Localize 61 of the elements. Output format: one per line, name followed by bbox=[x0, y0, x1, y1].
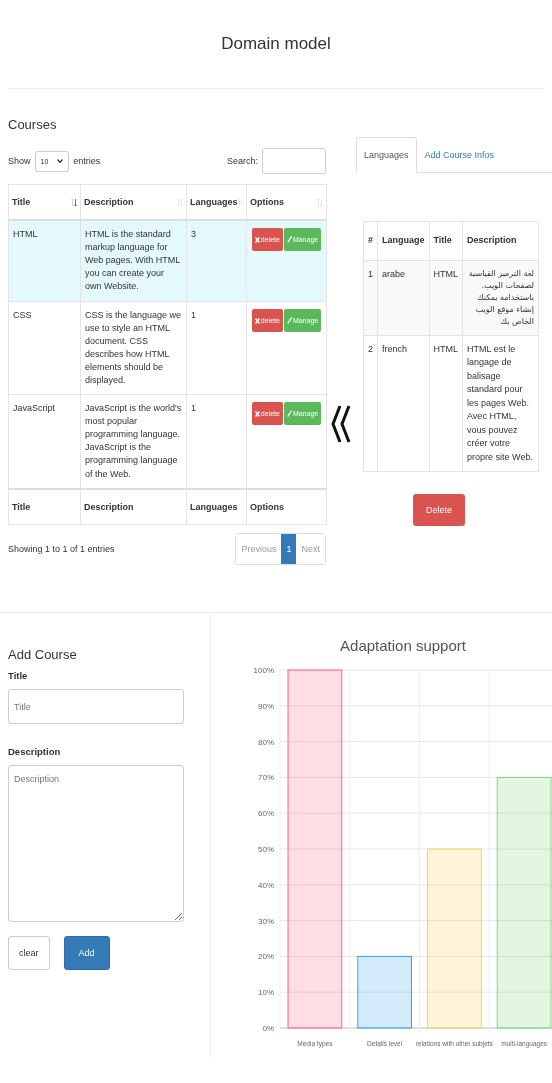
table-cell: 1 bbox=[363, 260, 378, 335]
axis-tick-label: 40% bbox=[258, 880, 274, 890]
axis-tick-label: 20% bbox=[258, 952, 274, 962]
show-label: Show bbox=[8, 156, 31, 166]
add-button[interactable]: Add bbox=[63, 936, 110, 970]
axis-tick-label: 70% bbox=[258, 773, 274, 783]
axis-tick-label: 10% bbox=[258, 988, 274, 998]
close-icon bbox=[254, 236, 260, 243]
axis-tick-label: 0% bbox=[262, 1024, 274, 1033]
table-cell: 3 bbox=[186, 220, 247, 302]
table-cell: CSS is the language we use to style an HTML document. CSS describes how HTML elements should be displayed. bbox=[80, 301, 187, 395]
chart-title: Adaptation support bbox=[339, 637, 467, 654]
pencil-icon bbox=[286, 317, 292, 324]
column-header: Title bbox=[429, 221, 463, 260]
axis-tick-label: 80% bbox=[258, 737, 274, 747]
description-field[interactable]: Description bbox=[8, 765, 184, 922]
page-title: Domain model bbox=[221, 34, 331, 54]
field-label: Title bbox=[8, 670, 29, 681]
entries-label: entries bbox=[73, 156, 101, 166]
table-cell: arabe bbox=[377, 260, 430, 335]
delete-button[interactable]: Delete bbox=[413, 494, 465, 526]
axis-tick-label: 100% bbox=[253, 666, 274, 675]
close-icon bbox=[254, 410, 260, 417]
title-field[interactable]: Title bbox=[8, 689, 184, 724]
table-cell: HTML bbox=[429, 260, 463, 335]
table-cell: JavaScript bbox=[8, 394, 81, 489]
table-cell: french bbox=[377, 335, 430, 472]
column-footer: Title bbox=[8, 488, 81, 525]
section-heading: Add Course bbox=[8, 647, 78, 662]
axis-tick-label: 90% bbox=[258, 701, 274, 711]
search-field[interactable] bbox=[262, 148, 326, 174]
axis-tick-label: 60% bbox=[258, 809, 274, 819]
pagination-button[interactable]: 1 bbox=[281, 533, 297, 564]
axis-tick-label: 50% bbox=[258, 845, 274, 854]
caret-icon bbox=[57, 159, 64, 163]
table-cell: HTML est le langage de balisage standard pour les pages Web. Avec HTML, vous pouvez créer votre propre site Web. bbox=[462, 335, 539, 472]
axis-tick-label: 30% bbox=[258, 916, 274, 926]
column-header: Language bbox=[377, 221, 430, 260]
table-cell: HTML bbox=[429, 335, 463, 472]
column-footer: Options bbox=[246, 488, 327, 525]
double-chevron-icon[interactable] bbox=[331, 405, 351, 443]
tab[interactable]: Languages bbox=[356, 137, 417, 173]
pencil-icon bbox=[286, 410, 292, 418]
table-cell: CSS bbox=[8, 301, 81, 395]
table-cell: HTML bbox=[8, 220, 81, 302]
tab[interactable]: Add Course Infos bbox=[416, 137, 503, 173]
table-cell: لغة الترميز القياسية لصفحات الويب. باستخدامه يمكنك إنشاء موقع الويب الخاص بك bbox=[462, 260, 539, 335]
column-header: Description bbox=[462, 221, 539, 260]
table-cell: 1 bbox=[186, 301, 247, 395]
table-cell: 2 bbox=[363, 335, 378, 472]
column-footer: Languages bbox=[186, 488, 247, 525]
pencil-icon bbox=[286, 236, 292, 243]
column-footer: Description bbox=[80, 488, 187, 525]
clear-button[interactable]: clear bbox=[8, 936, 50, 970]
entries-info: Showing 1 to 1 of 1 entries bbox=[8, 543, 115, 554]
search-label: Search: bbox=[226, 156, 258, 166]
column-header: # bbox=[363, 221, 378, 260]
field-label: Description bbox=[8, 746, 62, 757]
close-icon bbox=[254, 317, 260, 324]
section-heading: Courses bbox=[8, 117, 58, 132]
table-cell: HTML is the standard markup language for Web pages. With HTML you can create your own Website. bbox=[80, 220, 187, 302]
